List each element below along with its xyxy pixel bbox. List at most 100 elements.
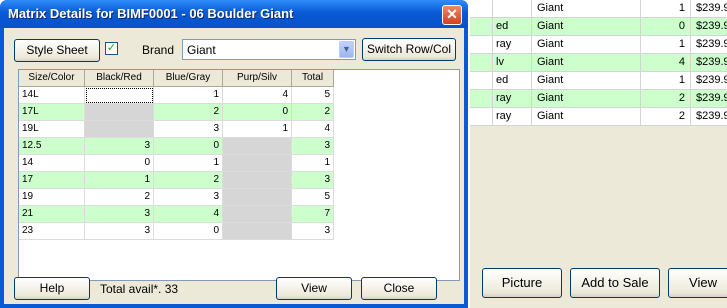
- background-cell: $239.95: [696, 74, 727, 86]
- total-cell: 5: [292, 189, 334, 206]
- background-row[interactable]: lv Giant 4 $239.95: [470, 54, 727, 72]
- matrix-row: 19 2 3 5: [19, 189, 334, 206]
- style-sheet-button[interactable]: Style Sheet: [14, 39, 100, 62]
- quantity-cell[interactable]: 1: [154, 155, 223, 172]
- column-header[interactable]: Total: [292, 70, 334, 87]
- quantity-cell[interactable]: 0: [223, 104, 292, 121]
- background-cell: Giant: [537, 2, 564, 14]
- quantity-cell[interactable]: [223, 138, 292, 155]
- quantity-cell[interactable]: [223, 206, 292, 223]
- size-cell: 14: [19, 155, 85, 172]
- dialog-titlebar[interactable]: Matrix Details for BIMF0001 - 06 Boulder…: [0, 0, 468, 28]
- background-cell: 1: [678, 2, 685, 14]
- background-cell: 4: [678, 56, 685, 68]
- quantity-cell[interactable]: 2: [154, 172, 223, 189]
- size-cell: 23: [19, 223, 85, 240]
- column-header[interactable]: Size/Color: [19, 70, 85, 87]
- quantity-cell[interactable]: 2: [85, 189, 154, 206]
- background-cell: Giant: [537, 20, 564, 32]
- column-header[interactable]: Purp/Silv: [223, 70, 292, 87]
- background-cell: ed: [496, 20, 509, 32]
- quantity-cell[interactable]: 0: [154, 138, 223, 155]
- grid-divider: [531, 0, 532, 125]
- background-cell: ray: [496, 92, 512, 104]
- quantity-cell[interactable]: [223, 189, 292, 206]
- quantity-cell[interactable]: [85, 104, 154, 121]
- column-header[interactable]: Blue/Gray: [154, 70, 223, 87]
- quantity-cell[interactable]: 2: [154, 104, 223, 121]
- background-cell: $239.95: [696, 92, 727, 104]
- style-sheet-checkbox[interactable]: ✓: [105, 42, 118, 55]
- total-cell: 3: [292, 223, 334, 240]
- total-cell: 5: [292, 87, 334, 104]
- quantity-cell[interactable]: [223, 172, 292, 189]
- quantity-cell[interactable]: 4: [223, 87, 292, 104]
- quantity-cell[interactable]: 4: [154, 206, 223, 223]
- background-cell: $239.95: [696, 2, 727, 14]
- background-window: Giant 1 $239.95 ed Giant 0 $239.95 ray Giant 1 $23…: [470, 0, 727, 308]
- grid-divider: [690, 0, 691, 125]
- background-cell: 2: [678, 92, 685, 104]
- view-button[interactable]: View: [276, 277, 352, 300]
- quantity-cell[interactable]: [223, 223, 292, 240]
- background-cell: 1: [678, 38, 685, 50]
- quantity-cell[interactable]: [85, 87, 154, 104]
- quantity-cell[interactable]: 3: [85, 206, 154, 223]
- size-cell: 19L: [19, 121, 85, 138]
- background-view-button[interactable]: View: [668, 268, 727, 298]
- total-cell: 3: [292, 172, 334, 189]
- matrix-row: 17L 2 0 2: [19, 104, 334, 121]
- background-cell: lv: [496, 56, 504, 68]
- quantity-cell[interactable]: 0: [154, 223, 223, 240]
- matrix-row: 23 3 0 3: [19, 223, 334, 240]
- background-row[interactable]: ray Giant 2 $239.95: [470, 90, 727, 108]
- quantity-cell[interactable]: 3: [154, 121, 223, 138]
- quantity-cell[interactable]: 3: [85, 223, 154, 240]
- matrix-row: 17 1 2 3: [19, 172, 334, 189]
- quantity-cell[interactable]: [223, 155, 292, 172]
- quantity-cell[interactable]: 1: [85, 172, 154, 189]
- background-row[interactable]: ed Giant 1 $239.95: [470, 72, 727, 90]
- total-cell: 7: [292, 206, 334, 223]
- background-row[interactable]: Giant 1 $239.95: [470, 0, 727, 18]
- close-icon[interactable]: ✕: [442, 5, 462, 25]
- quantity-cell[interactable]: [85, 121, 154, 138]
- picture-button[interactable]: Picture: [482, 268, 562, 298]
- matrix-row: 14 0 1 1: [19, 155, 334, 172]
- quantity-cell[interactable]: 0: [85, 155, 154, 172]
- close-button[interactable]: Close: [361, 277, 437, 300]
- size-cell: 14L: [19, 87, 85, 104]
- switch-row-col-button[interactable]: Switch Row/Col: [362, 38, 456, 61]
- quantity-cell[interactable]: 1: [154, 87, 223, 104]
- background-row[interactable]: ed Giant 0 $239.95: [470, 18, 727, 36]
- column-header[interactable]: Black/Red: [85, 70, 154, 87]
- brand-label: Brand: [142, 43, 175, 57]
- matrix-row: 21 3 4 7: [19, 206, 334, 223]
- background-cell: $239.95: [696, 110, 727, 122]
- size-cell: 21: [19, 206, 85, 223]
- quantity-cell[interactable]: 3: [154, 189, 223, 206]
- size-cell: 17L: [19, 104, 85, 121]
- brand-select[interactable]: Giant ▼: [182, 39, 356, 60]
- background-row[interactable]: ray Giant 2 $239.95: [470, 108, 727, 126]
- quantity-cell[interactable]: 1: [223, 121, 292, 138]
- matrix-row: 19L 3 1 4: [19, 121, 334, 138]
- matrix-details-dialog: Matrix Details for BIMF0001 - 06 Boulder…: [0, 0, 468, 308]
- background-cell: Giant: [537, 38, 564, 50]
- total-cell: 2: [292, 104, 334, 121]
- quantity-cell[interactable]: 3: [85, 138, 154, 155]
- size-cell: 17: [19, 172, 85, 189]
- background-cell: Giant: [537, 74, 564, 86]
- dialog-body: Style Sheet ✓ Brand Giant ▼ Switch Row/C…: [4, 28, 464, 304]
- background-cell: Giant: [537, 92, 564, 104]
- background-cell: 2: [678, 110, 685, 122]
- add-to-sale-button[interactable]: Add to Sale: [570, 268, 660, 298]
- background-cell: $239.95: [696, 56, 727, 68]
- background-cell: 0: [678, 20, 685, 32]
- size-cell: 19: [19, 189, 85, 206]
- chevron-down-icon[interactable]: ▼: [339, 41, 354, 58]
- background-cell: ray: [496, 38, 512, 50]
- help-button[interactable]: Help: [14, 277, 90, 300]
- background-row[interactable]: ray Giant 1 $239.95: [470, 36, 727, 54]
- grid-divider: [492, 0, 493, 125]
